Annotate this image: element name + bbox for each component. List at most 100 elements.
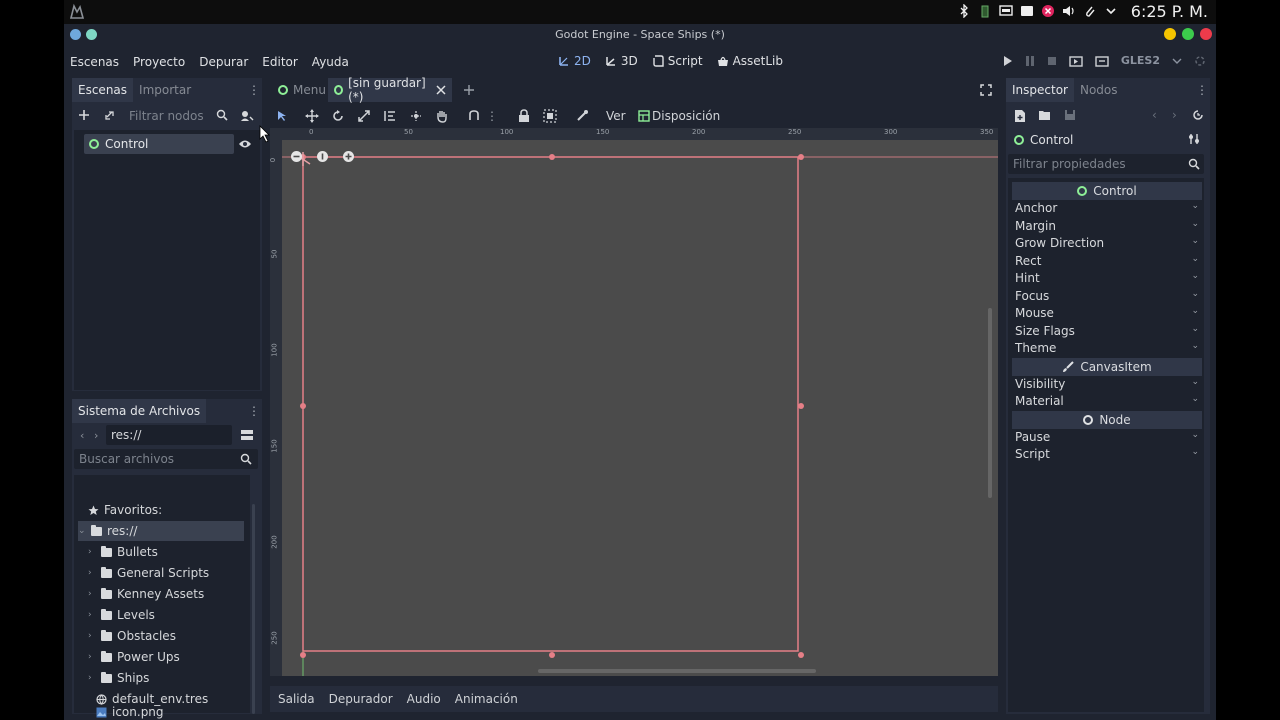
tab-menu[interactable]: Menu — [272, 78, 332, 102]
forward-chevron-icon[interactable]: › — [94, 429, 98, 442]
property-rect[interactable]: Rect ⌄ — [1012, 254, 1202, 271]
mode-assetlib-button[interactable]: AssetLib — [717, 54, 783, 68]
pan-tool-icon[interactable] — [434, 108, 450, 124]
history-back-icon[interactable]: ‹ — [1152, 108, 1157, 122]
property-theme[interactable]: Theme ⌄ — [1012, 341, 1202, 358]
os-logo-icon[interactable] — [68, 3, 86, 21]
add-tab-icon[interactable] — [463, 84, 475, 96]
menu-depurar[interactable]: Depurar — [199, 55, 248, 69]
play-scene-icon[interactable] — [1069, 55, 1083, 67]
menu-escenas[interactable]: Escenas — [70, 55, 119, 69]
property-script[interactable]: Script ⌄ — [1012, 447, 1202, 464]
zoom-out-icon[interactable] — [290, 150, 303, 163]
notification-icon[interactable] — [1040, 3, 1055, 18]
renderer-chevron-icon[interactable] — [1172, 56, 1182, 66]
folder-bullets[interactable]: › Bullets — [88, 542, 158, 562]
clip-icon[interactable] — [1082, 3, 1097, 18]
select-tool-icon[interactable] — [274, 108, 290, 124]
lock-icon[interactable] — [516, 108, 532, 124]
new-resource-icon[interactable] — [1014, 109, 1026, 123]
tab-nodos[interactable]: Nodos — [1074, 78, 1124, 102]
move-tool-icon[interactable] — [304, 108, 320, 124]
tab-audio[interactable]: Audio — [407, 692, 441, 706]
property-pause[interactable]: Pause ⌄ — [1012, 430, 1202, 447]
mode-script-button[interactable]: Script — [652, 54, 703, 68]
path-field[interactable]: res:// — [106, 425, 232, 445]
volume-icon[interactable] — [1061, 3, 1076, 18]
file-tree-scrollbar[interactable] — [252, 504, 255, 714]
viewport-horizontal-scrollbar[interactable] — [538, 669, 816, 673]
tab-sistema-de-archivos[interactable]: Sistema de Archivos — [72, 399, 207, 423]
filter-properties-input[interactable]: Filtrar propiedades — [1008, 154, 1204, 174]
close-tab-icon[interactable] — [436, 85, 446, 95]
play-icon[interactable] — [1003, 55, 1013, 67]
property-anchor[interactable]: Anchor ⌄ — [1012, 201, 1202, 218]
mode-2d-button[interactable]: 2D — [558, 54, 591, 68]
folder-power-ups[interactable]: › Power Ups — [88, 647, 180, 667]
property-grow-direction[interactable]: Grow Direction ⌄ — [1012, 236, 1202, 253]
bones-icon[interactable] — [574, 108, 590, 124]
inspector-menu-icon[interactable]: ⋮ — [1196, 84, 1208, 96]
filesystem-menu-icon[interactable]: ⋮ — [248, 405, 260, 417]
folder-levels[interactable]: › Levels — [88, 605, 155, 625]
viewport-vertical-scrollbar[interactable] — [988, 308, 992, 498]
maximize-button[interactable] — [1182, 28, 1194, 40]
folder-res-root[interactable]: ⌄ res:// — [78, 521, 244, 541]
tab-escenas[interactable]: Escenas — [72, 78, 134, 102]
fullscreen-icon[interactable] — [980, 84, 992, 96]
minimize-button[interactable] — [1164, 28, 1176, 40]
bluetooth-icon[interactable] — [956, 3, 971, 18]
inspected-node[interactable]: Control — [1014, 133, 1073, 147]
tab-animacion[interactable]: Animación — [455, 692, 518, 706]
split-view-icon[interactable] — [240, 429, 254, 441]
tab-sin-guardar[interactable]: [sin guardar](*) — [328, 76, 452, 104]
tab-inspector[interactable]: Inspector — [1006, 78, 1074, 102]
clock[interactable]: 6:25 P. M. — [1131, 2, 1208, 21]
group-icon[interactable] — [542, 108, 558, 124]
list-select-tool-icon[interactable] — [382, 108, 398, 124]
snap-icon[interactable] — [466, 108, 482, 124]
tab-salida[interactable]: Salida — [278, 692, 315, 706]
zoom-in-icon[interactable] — [342, 150, 355, 163]
snap-options-icon[interactable]: ⋮ — [484, 108, 500, 124]
renderer-selector[interactable]: GLES2 — [1121, 54, 1160, 67]
view-menu[interactable]: Ver — [606, 109, 626, 123]
rotate-tool-icon[interactable] — [330, 108, 346, 124]
property-material[interactable]: Material ⌄ — [1012, 394, 1202, 411]
property-mouse[interactable]: Mouse ⌄ — [1012, 306, 1202, 323]
mode-3d-button[interactable]: 3D — [605, 54, 638, 68]
stop-icon[interactable] — [1047, 56, 1057, 66]
chevron-down-icon[interactable] — [1103, 3, 1118, 18]
folder-ships[interactable]: › Ships — [88, 668, 149, 688]
object-properties-icon[interactable] — [1188, 133, 1200, 145]
property-size-flags[interactable]: Size Flags ⌄ — [1012, 324, 1202, 341]
file-icon-png[interactable]: icon.png — [96, 705, 164, 719]
mail-icon[interactable] — [1019, 3, 1034, 18]
scene-dock-menu-icon[interactable]: ⋮ — [248, 84, 260, 96]
back-chevron-icon[interactable]: ‹ — [80, 429, 84, 442]
property-visibility[interactable]: Visibility ⌄ — [1012, 377, 1202, 394]
folder-obstacles[interactable]: › Obstacles — [88, 626, 176, 646]
pivot-tool-icon[interactable] — [408, 108, 424, 124]
property-hint[interactable]: Hint ⌄ — [1012, 271, 1202, 288]
menu-proyecto[interactable]: Proyecto — [133, 55, 185, 69]
property-focus[interactable]: Focus ⌄ — [1012, 289, 1202, 306]
scale-tool-icon[interactable] — [356, 108, 372, 124]
instance-link-icon[interactable] — [104, 109, 116, 121]
favorites-item[interactable]: Favoritos: — [88, 500, 162, 520]
pause-icon[interactable] — [1025, 55, 1035, 67]
history-icon[interactable] — [1192, 109, 1204, 121]
menu-editor[interactable]: Editor — [262, 55, 298, 69]
layout-menu[interactable]: Disposición — [652, 109, 720, 123]
menu-ayuda[interactable]: Ayuda — [312, 55, 349, 69]
play-custom-scene-icon[interactable] — [1095, 55, 1109, 67]
history-forward-icon[interactable]: › — [1172, 108, 1177, 122]
folder-kenney-assets[interactable]: › Kenney Assets — [88, 584, 204, 604]
scene-options-icon[interactable] — [240, 109, 254, 123]
canvas-viewport[interactable]: 0 50 100 150 200 250 300 350 0 50 100 15… — [270, 128, 998, 676]
tab-importar[interactable]: Importar — [133, 78, 197, 102]
close-button[interactable] — [1200, 28, 1212, 40]
scene-tree-node-control[interactable]: Control — [84, 134, 234, 154]
search-files-input[interactable]: Buscar archivos — [74, 449, 258, 469]
display-icon[interactable] — [998, 3, 1013, 18]
